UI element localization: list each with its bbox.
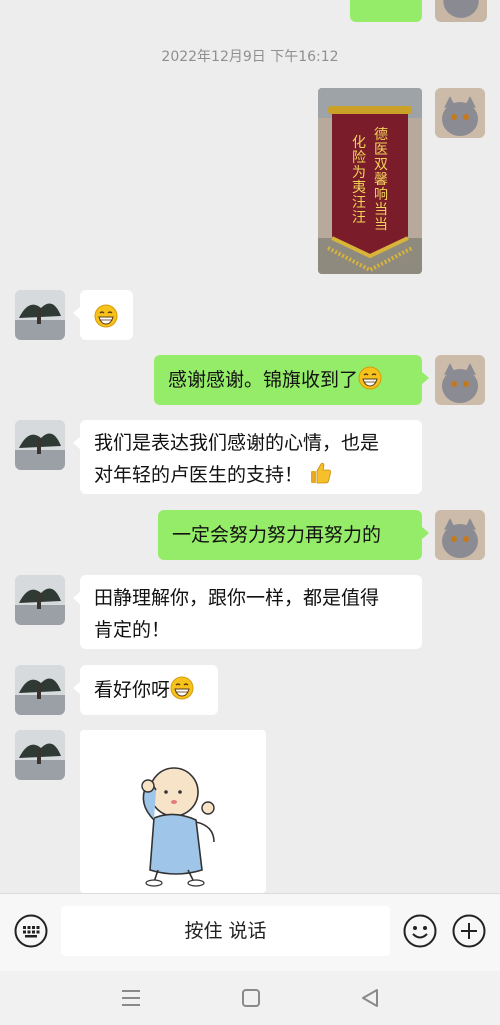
grin-emoji bbox=[94, 304, 118, 328]
received-emoji-message[interactable] bbox=[73, 290, 133, 340]
message-line: 我们是表达我们感谢的心情，也是 bbox=[94, 432, 380, 454]
message-text: 一定会努力努力再努力的 bbox=[172, 524, 382, 546]
message-timestamp: 2022年12月9日 下午16:12 bbox=[161, 49, 339, 65]
system-navigation-bar bbox=[0, 971, 500, 1025]
plus-icon[interactable] bbox=[452, 914, 486, 948]
contact-avatar[interactable] bbox=[15, 665, 65, 715]
emoji-icon[interactable] bbox=[403, 914, 437, 948]
message-line: 对年轻的卢医生的支持！ bbox=[94, 464, 304, 486]
keyboard-icon[interactable] bbox=[14, 914, 48, 948]
banner-text-right: 德医双馨响当当 bbox=[374, 127, 388, 233]
message-line: 田静理解你，跟你一样，都是值得 bbox=[94, 587, 380, 609]
received-text-message[interactable]: 田静理解你，跟你一样，都是值得 肯定的！ bbox=[73, 575, 422, 649]
banner-photo-message[interactable]: 德医双馨响当当 化险为夷汪汪 bbox=[318, 88, 422, 274]
my-avatar[interactable] bbox=[435, 88, 485, 138]
my-avatar[interactable] bbox=[435, 510, 485, 560]
little-monk-sticker[interactable] bbox=[80, 730, 266, 893]
message-line: 肯定的！ bbox=[94, 619, 171, 641]
previous-message-bubble[interactable] bbox=[350, 0, 422, 22]
chat-screen: 2022年12月9日 下午16:12 德医双馨响当当 化险为夷汪汪 感谢感谢。锦… bbox=[0, 0, 500, 1025]
grin-emoji bbox=[170, 676, 194, 700]
chat-input-bar: 按住 说话 bbox=[0, 893, 500, 971]
back-icon[interactable] bbox=[357, 985, 383, 1011]
contact-avatar[interactable] bbox=[15, 420, 65, 470]
thumbs-up-emoji bbox=[309, 461, 333, 485]
banner-text-left: 化险为夷汪汪 bbox=[352, 135, 366, 226]
grin-emoji bbox=[358, 366, 382, 390]
message-text: 看好你呀 bbox=[94, 679, 171, 701]
chat-area[interactable]: 2022年12月9日 下午16:12 德医双馨响当当 化险为夷汪汪 感谢感谢。锦… bbox=[0, 0, 500, 893]
received-text-message[interactable]: 看好你呀 bbox=[73, 665, 218, 715]
my-avatar[interactable] bbox=[435, 0, 487, 22]
sent-text-message[interactable]: 感谢感谢。锦旗收到了 bbox=[154, 355, 429, 405]
message-text: 感谢感谢。锦旗收到了 bbox=[168, 369, 359, 391]
contact-avatar[interactable] bbox=[15, 575, 65, 625]
my-avatar[interactable] bbox=[435, 355, 485, 405]
home-icon[interactable] bbox=[238, 985, 264, 1011]
contact-avatar[interactable] bbox=[15, 290, 65, 340]
received-text-message[interactable]: 我们是表达我们感谢的心情，也是 对年轻的卢医生的支持！ bbox=[73, 420, 422, 494]
sent-text-message[interactable]: 一定会努力努力再努力的 bbox=[158, 510, 429, 560]
hold-to-talk-button[interactable]: 按住 说话 bbox=[61, 906, 390, 956]
menu-icon[interactable] bbox=[118, 985, 144, 1011]
contact-avatar[interactable] bbox=[15, 730, 65, 780]
